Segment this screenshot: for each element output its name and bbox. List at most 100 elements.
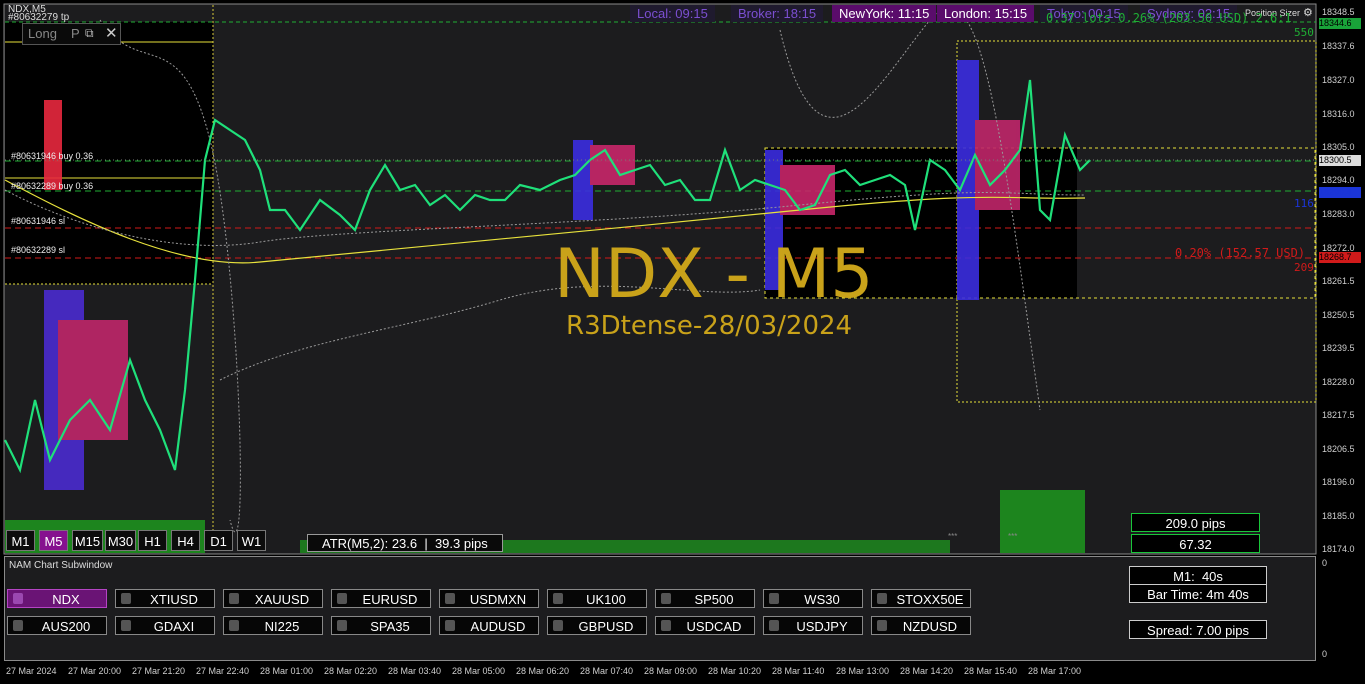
symbol-button-ni225[interactable]: NI225	[223, 616, 323, 635]
sl-pips: 209	[1294, 261, 1314, 274]
tf-button-h4[interactable]: H4	[171, 530, 200, 551]
session-newyork: NewYork: 11:15	[832, 5, 937, 22]
tp-ticket-label: #80632279 tp	[8, 12, 70, 23]
price-axis-label: 18294.0	[1322, 175, 1355, 185]
trade-panel[interactable]: Long P ⧉ ✕	[22, 23, 121, 45]
toggle-icon	[337, 620, 347, 631]
toggle-icon	[877, 620, 887, 631]
toggle-icon	[661, 620, 671, 631]
symbol-watermark: NDX - M5	[554, 235, 874, 314]
toggle-icon	[121, 593, 131, 604]
price-axis-label: 18174.0	[1322, 544, 1355, 554]
toggle-icon	[769, 593, 779, 604]
toggle-icon	[229, 593, 239, 604]
time-axis-label: 28 Mar 14:20	[900, 666, 954, 676]
price-axis-label: 18250.5	[1322, 310, 1355, 320]
order-label: #80632289 buy 0.36	[11, 181, 94, 191]
spread-readout: Spread: 7.00 pips	[1129, 620, 1267, 639]
toggle-icon	[445, 620, 455, 631]
time-axis-label: 28 Mar 10:20	[708, 666, 762, 676]
price-axis-label: 18337.6	[1322, 41, 1355, 51]
symbol-button-ndx[interactable]: NDX	[7, 589, 107, 608]
price-axis-label: 18316.0	[1322, 109, 1355, 119]
symbol-button-gdaxi[interactable]: GDAXI	[115, 616, 215, 635]
toggle-icon	[229, 620, 239, 631]
symbol-button-xtiusd[interactable]: XTIUSD	[115, 589, 215, 608]
bar-time: Bar Time: 4m 40s	[1129, 584, 1267, 603]
tf-button-m1[interactable]: M1	[6, 530, 35, 551]
toggle-icon	[13, 593, 23, 604]
price-axis-label: 18283.0	[1322, 209, 1355, 219]
tp-pips: 550	[1294, 26, 1314, 39]
value-readout: 67.32	[1131, 534, 1260, 553]
price-axis-label: 18228.0	[1322, 377, 1355, 387]
gear-icon[interactable]: ⚙	[1303, 6, 1313, 19]
session-broker: Broker: 18:15	[731, 5, 824, 22]
price-axis-label: 18206.5	[1322, 444, 1355, 454]
tf-button-d1[interactable]: D1	[204, 530, 233, 551]
volume-marker: ***	[948, 532, 958, 541]
symbol-button-usdjpy[interactable]: USDJPY	[763, 616, 863, 635]
time-axis-label: 28 Mar 07:40	[580, 666, 634, 676]
toggle-icon	[13, 620, 23, 631]
toggle-icon	[661, 593, 671, 604]
time-axis-label: 28 Mar 15:40	[964, 666, 1018, 676]
time-axis-label: 28 Mar 17:00	[1028, 666, 1082, 676]
subwindow-axis-bottom: 0	[1322, 649, 1328, 659]
price-axis-label: 18348.5	[1322, 7, 1355, 17]
time-axis-label: 28 Mar 03:40	[388, 666, 442, 676]
symbol-button-stoxx50e[interactable]: STOXX50E	[871, 589, 971, 608]
time-axis-label: 28 Mar 05:00	[452, 666, 506, 676]
order-label: #80631946 sl	[11, 216, 66, 226]
price-axis-label: 18261.5	[1322, 276, 1355, 286]
price-axis-label: 18196.0	[1322, 477, 1355, 487]
pips-readout: 209.0 pips	[1131, 513, 1260, 532]
symbol-button-sp500[interactable]: SP500	[655, 589, 755, 608]
price-axis-label: 18185.0	[1322, 511, 1355, 521]
restore-icon[interactable]: ⧉	[85, 26, 94, 41]
time-axis-label: 28 Mar 02:20	[324, 666, 378, 676]
time-axis-label: 28 Mar 13:00	[836, 666, 890, 676]
time-axis-label: 27 Mar 21:20	[132, 666, 186, 676]
sl-info: 0.20% (152.57 USD)	[1175, 246, 1306, 260]
time-axis-label: 27 Mar 22:40	[196, 666, 250, 676]
price-axis-label: 18305.0	[1322, 142, 1355, 152]
symbol-button-spa35[interactable]: SPA35	[331, 616, 431, 635]
symbol-button-nzdusd[interactable]: NZDUSD	[871, 616, 971, 635]
m1-timer: M1: 40s	[1129, 566, 1267, 585]
tf-button-w1[interactable]: W1	[237, 530, 266, 551]
symbol-button-usdmxn[interactable]: USDMXN	[439, 589, 539, 608]
session-london: London: 15:15	[937, 5, 1035, 22]
symbol-button-ws30[interactable]: WS30	[763, 589, 863, 608]
trade-panel-label: Long	[28, 26, 57, 41]
symbol-button-uk100[interactable]: UK100	[547, 589, 647, 608]
order-label: #80631946 buy 0.36	[11, 151, 94, 161]
symbol-button-usdcad[interactable]: USDCAD	[655, 616, 755, 635]
symbol-button-xauusd[interactable]: XAUUSD	[223, 589, 323, 608]
time-axis-label: 28 Mar 06:20	[516, 666, 570, 676]
order-label: #80632289 sl	[11, 245, 66, 255]
small-value: 116	[1294, 197, 1314, 210]
symbol-button-eurusd[interactable]: EURUSD	[331, 589, 431, 608]
tf-button-m5[interactable]: M5	[39, 530, 68, 551]
symbol-button-audusd[interactable]: AUDUSD	[439, 616, 539, 635]
tf-button-h1[interactable]: H1	[138, 530, 167, 551]
time-axis-label: 27 Mar 2024	[6, 666, 57, 676]
symbol-button-gbpusd[interactable]: GBPUSD	[547, 616, 647, 635]
time-axis-label: 28 Mar 11:40	[772, 666, 825, 676]
toggle-icon	[553, 593, 563, 604]
toggle-icon	[445, 593, 455, 604]
price-axis-label: 18327.0	[1322, 75, 1355, 85]
symbol-button-aus200[interactable]: AUS200	[7, 616, 107, 635]
tf-button-m15[interactable]: M15	[72, 530, 103, 551]
price-axis-label: 18217.5	[1322, 410, 1355, 420]
close-icon[interactable]: ✕	[105, 24, 118, 42]
subwindow-axis-top: 0	[1322, 558, 1328, 568]
tp-info: 0.37 lots 0.26% (203.50 USD) 2.6:1	[1046, 11, 1292, 25]
session-local: Local: 09:15	[630, 5, 715, 22]
time-axis-label: 27 Mar 20:00	[68, 666, 122, 676]
toggle-icon	[337, 593, 347, 604]
tf-button-m30[interactable]: M30	[105, 530, 136, 551]
toggle-icon	[553, 620, 563, 631]
toggle-icon	[877, 593, 887, 604]
